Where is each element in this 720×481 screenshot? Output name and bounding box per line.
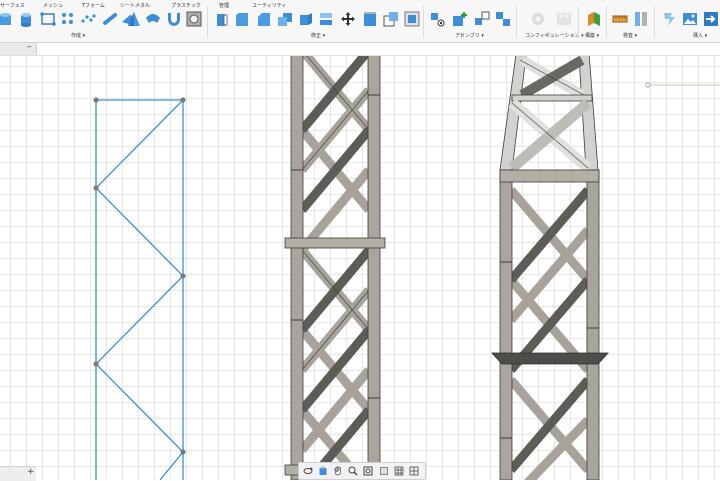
tower-leg-right [586, 169, 600, 480]
shell-icon[interactable] [277, 11, 293, 27]
group-label-construct[interactable]: 構築 ▾ [585, 32, 599, 39]
group-label-inspect[interactable]: 検査 ▾ [623, 32, 637, 39]
draft-icon[interactable] [298, 11, 314, 27]
group-label-create[interactable]: 作成 ▾ [71, 32, 85, 39]
ribbon-toolbar: サーフェス メッシュ Tフォーム シートメタル プラスチック 管理 ユーティリテ… [0, 0, 720, 43]
insert-svg-icon[interactable] [703, 11, 719, 27]
tower-top-section [499, 56, 599, 173]
separator [654, 6, 655, 38]
tab-utilities[interactable]: ユーティリティ [252, 2, 286, 9]
sketch-point [93, 185, 99, 191]
fillet-icon[interactable] [234, 11, 250, 27]
sketch-point [180, 449, 186, 455]
pipe-icon[interactable] [103, 11, 119, 27]
interference-icon[interactable] [633, 11, 649, 27]
group-label-assemble[interactable]: アセンブリ ▾ [455, 32, 484, 39]
cylinder-icon[interactable] [18, 11, 34, 27]
grid-icon[interactable] [394, 466, 404, 476]
insert-mesh-icon[interactable] [662, 11, 678, 27]
hole-icon[interactable] [186, 11, 202, 27]
sketch-point [93, 361, 99, 367]
combine-icon[interactable] [383, 11, 399, 27]
display-style-icon[interactable] [379, 466, 389, 476]
pattern-icon-2[interactable] [80, 11, 96, 27]
pan-icon[interactable] [318, 466, 328, 476]
collapse-button[interactable]: – [27, 42, 32, 52]
sketch-point [93, 97, 99, 103]
scale-icon[interactable] [404, 11, 420, 27]
add-button[interactable]: + [27, 467, 35, 477]
lattice-tower-middle[interactable] [284, 56, 386, 480]
separator [606, 6, 607, 38]
sketch-zigzag [95, 99, 184, 480]
tower-leg-left [499, 169, 513, 480]
insert-image-icon[interactable] [682, 11, 698, 27]
tower-leg-right [367, 56, 381, 480]
tab-mesh[interactable]: メッシュ [43, 2, 63, 9]
cone-icon[interactable] [126, 11, 142, 27]
align-icon[interactable] [362, 11, 378, 27]
loft-icon[interactable] [145, 11, 161, 27]
rigid-group-icon[interactable] [495, 11, 511, 27]
modeling-canvas[interactable] [0, 56, 720, 480]
split-icon[interactable] [318, 11, 334, 27]
pattern-icon[interactable] [60, 11, 76, 27]
orbit-icon[interactable] [303, 466, 313, 476]
sketch-point [645, 82, 651, 88]
tower-top-beam [499, 169, 600, 183]
sketch-point [180, 273, 186, 279]
box-icon[interactable] [0, 11, 14, 27]
navigation-bar [298, 462, 426, 480]
shield-icon[interactable] [166, 11, 182, 27]
hand-icon[interactable] [333, 466, 343, 476]
as-built-joint-icon[interactable] [474, 11, 490, 27]
move-icon[interactable] [340, 11, 356, 27]
configure-disabled-icon [532, 13, 544, 25]
separator [207, 6, 208, 38]
group-label-insert[interactable]: 挿入 ▾ [693, 32, 707, 39]
tower-leg-left [290, 56, 304, 480]
group-label-modify[interactable]: 修正 ▾ [311, 32, 325, 39]
press-pull-icon[interactable] [214, 11, 230, 27]
viewports-icon[interactable] [409, 466, 419, 476]
tab-plastic[interactable]: プラスチック [171, 2, 201, 9]
separator [516, 6, 517, 38]
canvas-scene [93, 56, 720, 480]
measure-icon[interactable] [612, 11, 628, 27]
group-label-configure[interactable]: コンフィギュレーション ▾ [525, 32, 584, 39]
joint-icon[interactable] [430, 11, 446, 27]
lattice-tower-right[interactable] [491, 56, 609, 480]
tower-flange [491, 352, 609, 365]
tab-tform[interactable]: Tフォーム [82, 2, 105, 9]
sketch-point [180, 97, 186, 103]
sketch-profile[interactable] [95, 84, 720, 480]
browser-strip [0, 43, 720, 56]
tab-sheet-metal[interactable]: シートメタル [120, 2, 150, 9]
separator [423, 6, 424, 38]
browser-panel-header: – [0, 42, 37, 55]
separator [578, 6, 579, 38]
configure-table-disabled-icon [557, 13, 571, 25]
fit-icon[interactable] [363, 466, 373, 476]
zoom-icon[interactable] [348, 466, 358, 476]
chamfer-icon[interactable] [256, 11, 272, 27]
tab-surface[interactable]: サーフェス [0, 2, 25, 9]
plane-icon[interactable] [586, 11, 602, 27]
sketch-rect-icon[interactable] [40, 11, 56, 27]
tab-manage[interactable]: 管理 [219, 2, 229, 9]
tower-beam [284, 237, 386, 249]
new-component-icon[interactable] [452, 11, 468, 27]
